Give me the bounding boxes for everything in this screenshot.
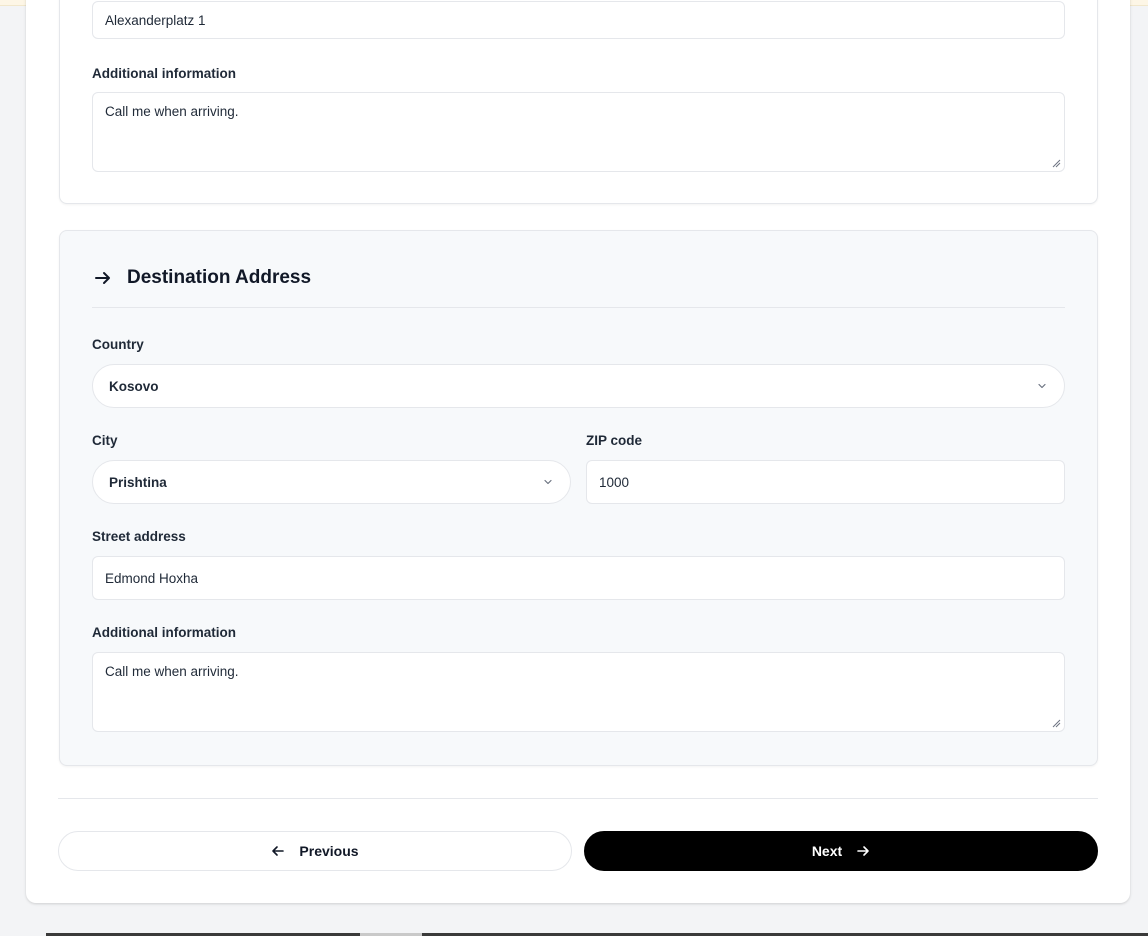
previous-label: Previous: [299, 843, 359, 859]
country-value: Kosovo: [109, 378, 159, 394]
origin-additional-textarea[interactable]: Call me when arriving.: [92, 92, 1065, 172]
arrow-left-icon: [272, 846, 285, 856]
origin-street-input[interactable]: Alexanderplatz 1: [92, 1, 1065, 39]
country-label: Country: [92, 337, 144, 352]
street-input[interactable]: Edmond Hoxha: [92, 556, 1065, 600]
additional-value: Call me when arriving.: [105, 664, 239, 679]
form-card: Alexanderplatz 1 Additional information …: [26, 0, 1130, 903]
zip-label: ZIP code: [586, 433, 643, 448]
origin-street-value: Alexanderplatz 1: [105, 12, 206, 28]
city-select[interactable]: Prishtina: [92, 460, 571, 504]
footer-divider: [58, 798, 1098, 799]
next-button[interactable]: Next: [584, 831, 1098, 871]
origin-additional-label: Additional information: [92, 66, 236, 81]
resize-grip-icon[interactable]: [1052, 159, 1061, 168]
destination-title: Destination Address: [127, 267, 312, 288]
street-value: Edmond Hoxha: [105, 570, 199, 586]
city-value: Prishtina: [109, 474, 167, 490]
country-select[interactable]: Kosovo: [92, 364, 1065, 408]
zip-value: 1000: [599, 474, 630, 490]
arrow-right-icon: [95, 272, 110, 284]
title-divider: [92, 307, 1065, 308]
additional-textarea[interactable]: Call me when arriving.: [92, 652, 1065, 732]
additional-label: Additional information: [92, 625, 236, 640]
city-label: City: [92, 433, 118, 448]
arrow-right-icon: [857, 846, 869, 856]
next-label: Next: [811, 843, 843, 859]
zip-input[interactable]: 1000: [586, 460, 1065, 504]
origin-address-section: Alexanderplatz 1 Additional information …: [59, 0, 1098, 204]
street-label: Street address: [92, 529, 186, 544]
destination-address-section: Destination Address Country Kosovo City …: [59, 230, 1098, 766]
resize-grip-icon[interactable]: [1052, 719, 1061, 728]
chevron-down-icon: [1038, 383, 1046, 389]
previous-button[interactable]: Previous: [58, 831, 572, 871]
chevron-down-icon: [544, 479, 552, 485]
section-title-row: Destination Address: [93, 267, 311, 289]
origin-additional-value: Call me when arriving.: [105, 104, 239, 119]
